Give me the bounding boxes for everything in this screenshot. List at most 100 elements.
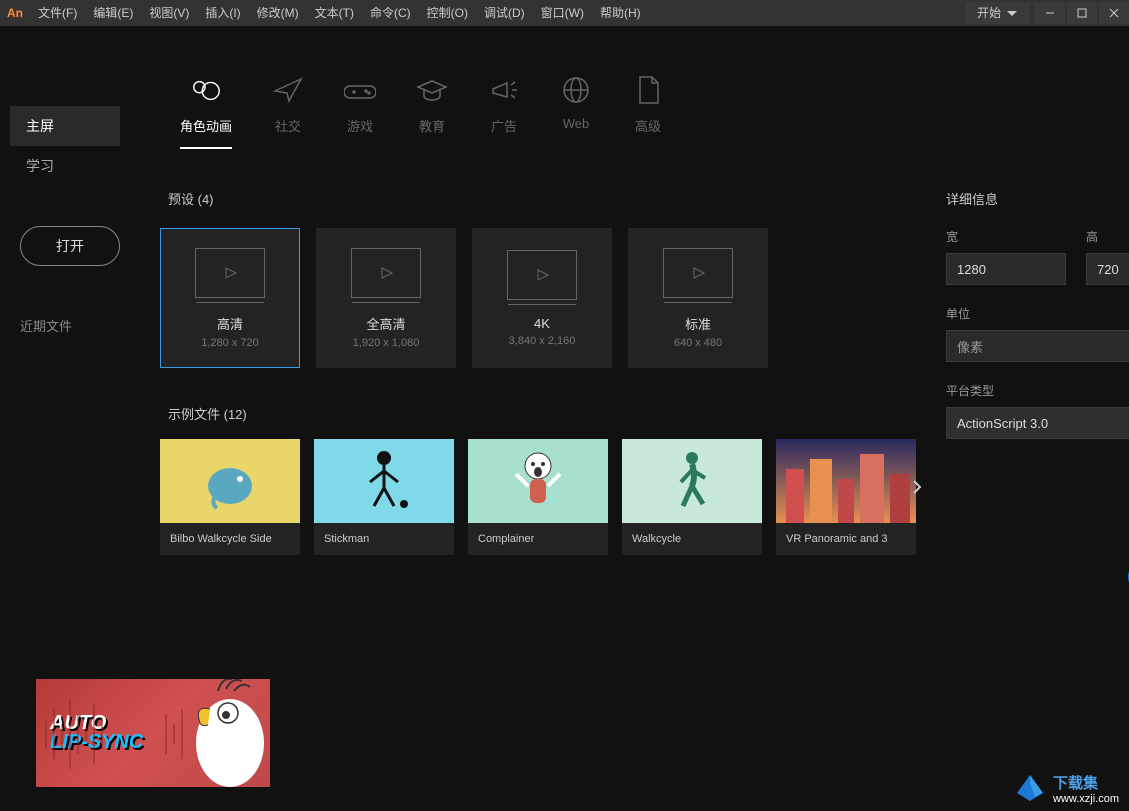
tab-social[interactable]: 社交 [272, 76, 304, 149]
unit-value: 像素 [957, 337, 983, 356]
app-logo: An [0, 0, 30, 26]
tab-web[interactable]: Web [560, 76, 592, 149]
paper-plane-icon [272, 76, 304, 104]
menu-insert[interactable]: 插入(I) [197, 0, 248, 26]
menu-window[interactable]: 窗口(W) [533, 0, 592, 26]
platform-label: 平台类型 [946, 382, 1129, 399]
details-header: 详细信息 [946, 189, 1129, 208]
platform-select[interactable]: ActionScript 3.0 [946, 407, 1129, 439]
preset-name: 4K [534, 316, 550, 331]
preset-name: 标准 [685, 314, 711, 333]
bird-character-icon [160, 679, 270, 787]
preset-standard[interactable]: 标准 640 x 480 [628, 228, 768, 368]
preset-dim: 1,280 x 720 [201, 337, 259, 349]
samples-row: Bilbo Walkcycle Side Stickman [160, 439, 916, 555]
preset-grid: 高清 1,280 x 720 全高清 1,920 x 1,080 4K 3,84… [160, 228, 916, 368]
tab-character-animation[interactable]: 角色动画 [180, 76, 232, 149]
window-maximize-button[interactable] [1067, 2, 1097, 24]
unit-select[interactable]: 像素 [946, 330, 1129, 362]
sidebar-item-learn[interactable]: 学习 [10, 146, 120, 186]
menu-command[interactable]: 命令(C) [362, 0, 419, 26]
preset-hd[interactable]: 高清 1,280 x 720 [160, 228, 300, 368]
unit-label: 单位 [946, 305, 1129, 322]
preset-4k[interactable]: 4K 3,840 x 2,160 [472, 228, 612, 368]
document-icon [632, 76, 664, 104]
sample-label: VR Panoramic and 3 [776, 523, 916, 555]
menu-text[interactable]: 文本(T) [307, 0, 362, 26]
preset-dim: 640 x 480 [674, 337, 722, 349]
window-minimize-button[interactable] [1035, 2, 1065, 24]
sidebar-item-home[interactable]: 主屏 [10, 106, 120, 146]
width-input[interactable] [946, 253, 1066, 285]
sample-thumb [160, 439, 300, 523]
globe-icon [560, 76, 592, 104]
main-menu: 文件(F) 编辑(E) 视图(V) 插入(I) 修改(M) 文本(T) 命令(C… [30, 0, 965, 26]
watermark-brand: 下载集 [1053, 775, 1098, 792]
start-dropdown[interactable]: 开始 [965, 2, 1029, 24]
tab-education[interactable]: 教育 [416, 76, 448, 149]
sample-thumb [776, 439, 916, 523]
presets-header: 预设 (4) [168, 189, 916, 208]
sample-vr-panoramic[interactable]: VR Panoramic and 3 [776, 439, 916, 555]
graduation-cap-icon [416, 76, 448, 104]
sample-thumb [468, 439, 608, 523]
preset-thumb-icon [195, 248, 265, 298]
sample-label: Bilbo Walkcycle Side [160, 523, 300, 555]
tab-label: Web [563, 116, 590, 131]
tab-label: 高级 [635, 116, 661, 135]
preset-thumb-icon [351, 248, 421, 298]
watermark-url: www.xzji.com [1053, 793, 1119, 805]
watermark: 下载集 www.xzji.com [1013, 771, 1119, 805]
preset-dim: 1,920 x 1,080 [353, 337, 420, 349]
sample-walkcycle[interactable]: Walkcycle [622, 439, 762, 555]
menu-edit[interactable]: 编辑(E) [85, 0, 141, 26]
menu-modify[interactable]: 修改(M) [249, 0, 307, 26]
category-tabs: 角色动画 社交 游戏 教育 [160, 76, 1129, 149]
tab-label: 教育 [419, 116, 445, 135]
tab-advertising[interactable]: 广告 [488, 76, 520, 149]
height-input[interactable] [1086, 253, 1129, 285]
sample-complainer[interactable]: Complainer [468, 439, 608, 555]
sample-label: Stickman [314, 523, 454, 555]
samples-next-button[interactable] [912, 479, 922, 500]
sample-stickman[interactable]: Stickman [314, 439, 454, 555]
sample-bilbo[interactable]: Bilbo Walkcycle Side [160, 439, 300, 555]
menu-view[interactable]: 视图(V) [141, 0, 197, 26]
sample-label: Walkcycle [622, 523, 762, 555]
megaphone-icon [488, 76, 520, 104]
sample-thumb [622, 439, 762, 523]
tab-label: 游戏 [347, 116, 373, 135]
gamepad-icon [344, 76, 376, 104]
preset-thumb-icon [507, 250, 577, 300]
tab-label: 角色动画 [180, 116, 232, 135]
platform-value: ActionScript 3.0 [957, 416, 1048, 431]
preset-dim: 3,840 x 2,160 [509, 335, 576, 347]
sample-thumb [314, 439, 454, 523]
samples-header: 示例文件 (12) [168, 404, 916, 423]
start-label: 开始 [977, 2, 1001, 24]
preset-name: 全高清 [366, 314, 405, 333]
sample-label: Complainer [468, 523, 608, 555]
open-button[interactable]: 打开 [20, 226, 120, 266]
menu-help[interactable]: 帮助(H) [592, 0, 649, 26]
recent-files-label: 近期文件 [20, 316, 120, 335]
menu-control[interactable]: 控制(O) [419, 0, 476, 26]
watermark-logo-icon [1013, 771, 1047, 805]
tab-label: 社交 [275, 116, 301, 135]
preset-name: 高清 [217, 314, 243, 333]
menu-debug[interactable]: 调试(D) [476, 0, 533, 26]
character-icon [190, 76, 222, 104]
tab-label: 广告 [491, 116, 517, 135]
preset-fullhd[interactable]: 全高清 1,920 x 1,080 [316, 228, 456, 368]
height-label: 高 [1086, 228, 1129, 245]
width-label: 宽 [946, 228, 1066, 245]
tab-game[interactable]: 游戏 [344, 76, 376, 149]
window-close-button[interactable] [1099, 2, 1129, 24]
chevron-right-icon [912, 479, 922, 495]
preset-thumb-icon [663, 248, 733, 298]
menu-file[interactable]: 文件(F) [30, 0, 85, 26]
tab-advanced[interactable]: 高级 [632, 76, 664, 149]
promo-card[interactable]: AUTO LIP-SYNC [36, 679, 270, 787]
chevron-down-icon [1007, 11, 1017, 16]
details-panel: 详细信息 宽 高 单位 像素 [946, 189, 1129, 595]
